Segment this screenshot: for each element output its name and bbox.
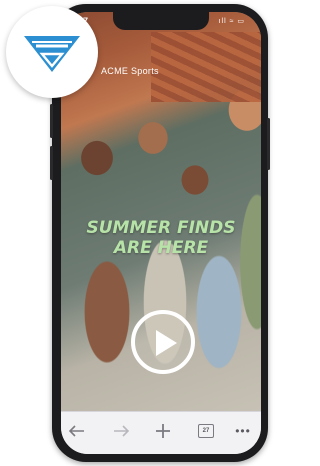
phone-volume-down xyxy=(50,146,53,180)
back-arrow-icon xyxy=(69,425,84,437)
inverted-triangle-logo-icon xyxy=(24,36,80,72)
phone-screen: 7 ıll ≈ ▭ ACME Sports SUMMER FINDS ARE H… xyxy=(61,12,261,454)
back-button[interactable] xyxy=(67,421,87,441)
hero-photo-wall xyxy=(151,32,261,102)
phone-volume-up xyxy=(50,104,53,138)
headline-line-1: SUMMER FINDS xyxy=(86,218,236,238)
new-tab-button[interactable] xyxy=(153,421,173,441)
play-icon xyxy=(156,330,177,356)
brand-name[interactable]: ACME Sports xyxy=(101,66,159,76)
more-dots-icon: ••• xyxy=(235,424,251,438)
hero-headline: SUMMER FINDS ARE HERE xyxy=(71,218,251,258)
plus-icon xyxy=(156,424,170,438)
stage: 7 ıll ≈ ▭ ACME Sports SUMMER FINDS ARE H… xyxy=(0,0,272,466)
logo-badge xyxy=(6,6,98,98)
tabs-icon: 27 xyxy=(198,424,214,438)
headline-line-2: ARE HERE xyxy=(113,238,209,258)
phone-notch xyxy=(113,12,209,30)
more-button[interactable]: ••• xyxy=(233,421,253,441)
forward-button[interactable] xyxy=(111,421,131,441)
phone-power-button xyxy=(267,118,270,170)
tabs-button[interactable]: 27 xyxy=(196,421,216,441)
forward-arrow-icon xyxy=(114,425,129,437)
status-icons: ıll ≈ ▭ xyxy=(218,18,245,25)
browser-toolbar: 27 ••• xyxy=(61,411,261,454)
play-button[interactable] xyxy=(131,310,195,374)
